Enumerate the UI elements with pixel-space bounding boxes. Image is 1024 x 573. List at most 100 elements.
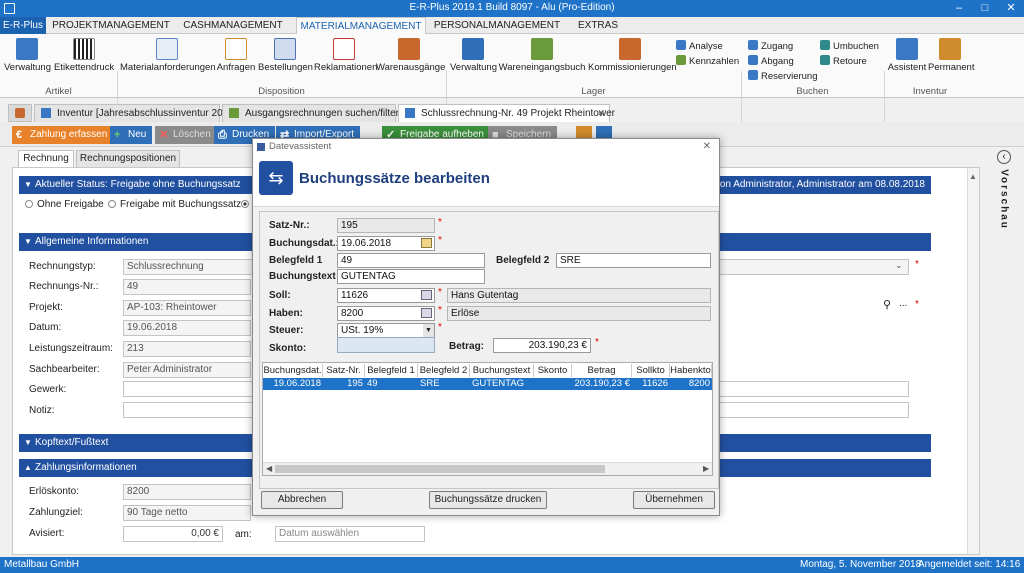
horizontal-scrollbar[interactable]: ◀ ▶ xyxy=(263,462,712,475)
radio-selected-icon xyxy=(241,200,249,208)
close-icon[interactable]: ✕ xyxy=(998,0,1024,17)
inventur-assistent-button[interactable]: Assistent xyxy=(886,36,928,73)
doc-tab-inventur[interactable]: Inventur [Jahresabschlussinventur 2018] xyxy=(34,104,237,122)
doc-tab-schlussrechnung[interactable]: Schlussrechnung-Nr. 49 Projekt Rheintowe… xyxy=(398,104,615,122)
avisiert-field[interactable]: 0,00 € xyxy=(123,526,223,542)
dialog-close-icon[interactable]: ✕ xyxy=(703,139,711,155)
zahlung-erfassen-button[interactable]: € Zahlung erfassen xyxy=(12,126,114,144)
lookup-icon[interactable] xyxy=(421,290,432,300)
collapse-icon: ▼ xyxy=(24,180,32,189)
grid-header[interactable]: Satz-Nr. xyxy=(323,364,365,377)
tab-materialmanagement[interactable]: MATERIALMANAGEMENT xyxy=(296,17,426,34)
minimize-icon[interactable]: – xyxy=(946,0,972,17)
grid-cell: SRE xyxy=(420,378,440,389)
scroll-up-icon[interactable]: ▲ xyxy=(969,172,977,181)
retoure-button[interactable]: Retoure xyxy=(820,55,867,67)
kommissionierungen-button[interactable]: Kommissionierungen xyxy=(588,36,677,73)
materialanforderungen-button[interactable]: Materialanforderungen xyxy=(120,36,216,73)
wareneingangsbuch-button[interactable]: Wareneingangsbuch xyxy=(498,36,586,73)
grid-header[interactable]: Belegfeld 1 xyxy=(365,364,418,377)
datum-label: Datum: xyxy=(29,322,62,333)
tab-cashmanagement[interactable]: CASHMANAGEMENT xyxy=(176,17,290,34)
satz-nr-label: Satz-Nr.: xyxy=(269,220,310,231)
grid-header[interactable]: Buchungsdat. xyxy=(263,364,323,377)
home-tab-icon[interactable] xyxy=(8,104,32,122)
warenausgaenge-button[interactable]: Warenausgänge xyxy=(376,36,445,73)
datum-field[interactable]: 19.06.2018 xyxy=(123,320,251,336)
rechnungsnr-field[interactable]: 49 xyxy=(123,279,251,295)
tab-personalmanagement[interactable]: PERSONALMANAGEMENT xyxy=(432,17,562,34)
anfragen-button[interactable]: Anfragen xyxy=(216,36,256,73)
belegfeld1-field[interactable]: 49 xyxy=(337,253,485,268)
buchungssaetze-grid[interactable]: Buchungsdat. Satz-Nr. Belegfeld 1 Belegf… xyxy=(262,362,713,476)
lager-verwaltung-button[interactable]: Verwaltung xyxy=(450,36,497,73)
buchungstext-field[interactable]: GUTENTAG xyxy=(337,269,485,284)
required-marker: * xyxy=(595,337,599,348)
bestellungen-button[interactable]: Bestellungen xyxy=(258,36,313,73)
zugang-button[interactable]: Zugang xyxy=(748,40,793,52)
maximize-icon[interactable]: □ xyxy=(972,0,998,17)
neu-button[interactable]: + Neu xyxy=(110,126,153,144)
kennzahlen-button[interactable]: Kennzahlen xyxy=(676,55,739,67)
close-tab-icon[interactable]: ✕ xyxy=(597,105,605,122)
artikel-verwaltung-button[interactable]: Verwaltung xyxy=(4,36,51,73)
tab-rechnung[interactable]: Rechnung xyxy=(18,150,74,167)
grid-header[interactable]: Buchungstext xyxy=(470,364,534,377)
lookup-icon[interactable] xyxy=(421,308,432,318)
calendar-icon[interactable] xyxy=(421,238,432,248)
grid-header[interactable]: Betrag xyxy=(572,364,632,377)
scroll-thumb[interactable] xyxy=(275,465,605,473)
doc-tab-ausgangsrechnungen[interactable]: Ausgangsrechnungen suchen/filtern xyxy=(222,104,405,122)
reservierung-button[interactable]: Reservierung xyxy=(748,70,818,82)
accept-button[interactable]: Übernehmen xyxy=(633,491,715,509)
tab-extras[interactable]: EXTRAS xyxy=(568,17,628,34)
inventur-permanent-button[interactable]: Permanent xyxy=(928,36,974,73)
radio-freigabe-mit-buchungssatz[interactable]: Freigabe mit Buchungssatz xyxy=(108,199,241,210)
belegfeld2-field[interactable]: SRE xyxy=(556,253,711,268)
grid-header[interactable]: Sollkto xyxy=(632,364,670,377)
scroll-left-icon[interactable]: ◀ xyxy=(266,464,272,473)
reklamationen-button[interactable]: Reklamationen xyxy=(314,36,377,73)
dialog-titlebar: Datevassistent ✕ xyxy=(253,139,719,155)
dropdown-arrow-icon[interactable]: ▼ xyxy=(423,324,434,337)
erloeskonto-field[interactable]: 8200 xyxy=(123,484,251,500)
doc-icon xyxy=(41,108,51,118)
etikettendruck-button[interactable]: Etikettendruck xyxy=(54,36,114,73)
erloeskonto-label: Erlöskonto: xyxy=(29,486,80,497)
tab-rechnungspositionen[interactable]: Rechnungspositionen xyxy=(76,150,180,167)
scrollbar[interactable] xyxy=(967,168,979,554)
scroll-right-icon[interactable]: ▶ xyxy=(703,464,709,473)
leistungszeitraum-field[interactable]: 213 xyxy=(123,341,251,357)
assistant-icon xyxy=(896,38,918,60)
grid-header[interactable]: Skonto xyxy=(534,364,572,377)
tab-erplus[interactable]: E-R-Plus xyxy=(0,17,46,34)
more-button[interactable]: ... xyxy=(899,298,907,309)
table-row[interactable]: 19.06.2018 195 49 SRE GUTENTAG 203.190,2… xyxy=(263,378,712,390)
steuer-select[interactable]: USt. 19% xyxy=(337,323,435,338)
grid-header[interactable]: Habenkto xyxy=(670,364,712,377)
projekt-field[interactable]: AP-103: Rheintower xyxy=(123,300,251,316)
sachbearbeiter-field[interactable]: Peter Administrator xyxy=(123,362,251,378)
tab-projektmanagement[interactable]: PROJEKTMANAGEMENT xyxy=(52,17,170,34)
skonto-field[interactable] xyxy=(337,337,435,353)
print-buchungssaetze-button[interactable]: Buchungssätze drucken xyxy=(429,491,547,509)
betrag-field[interactable]: 203.190,23 € xyxy=(493,338,591,353)
chevron-down-icon[interactable]: ⌄ xyxy=(895,260,903,271)
checklist-icon xyxy=(333,38,355,60)
dialog-heading: Buchungssätze bearbeiten xyxy=(299,170,490,187)
analyse-button[interactable]: Analyse xyxy=(676,40,723,52)
radio-ohne-freigabe[interactable]: Ohne Freigabe xyxy=(25,199,104,210)
chevron-left-icon[interactable]: ‹ xyxy=(997,150,1011,164)
umbuchen-button[interactable]: Umbuchen xyxy=(820,40,879,52)
ribbon-tabs: E-R-Plus PROJEKTMANAGEMENT CASHMANAGEMEN… xyxy=(0,17,1024,34)
zahlungsziel-field[interactable]: 90 Tage netto xyxy=(123,505,251,521)
abgang-button[interactable]: Abgang xyxy=(748,55,794,67)
grid-header[interactable]: Belegfeld 2 xyxy=(418,364,470,377)
search-icon[interactable]: ⚲ xyxy=(883,298,891,311)
satz-nr-field[interactable]: 195 xyxy=(337,218,435,233)
vorschau-panel[interactable]: ‹ Vorschau xyxy=(994,150,1016,250)
am-date-field[interactable]: Datum auswählen xyxy=(275,526,425,542)
vorschau-label: Vorschau xyxy=(998,169,1010,230)
loeschen-button[interactable]: ✕ Löschen xyxy=(155,126,217,144)
cancel-button[interactable]: Abbrechen xyxy=(261,491,343,509)
